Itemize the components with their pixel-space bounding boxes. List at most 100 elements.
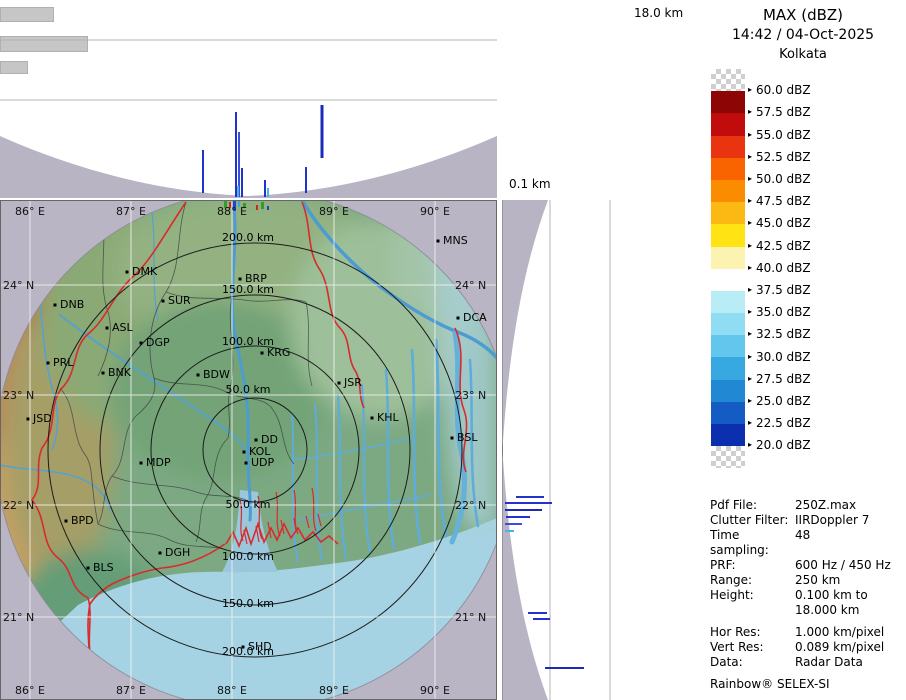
lat-label: 22° N [455,499,486,512]
lon-label: 89° E [319,684,349,697]
legend-swatch [711,179,745,203]
legend-tick-icon: ▸ [748,329,753,339]
legend-tick-icon: ▸ [748,440,753,450]
city-label: BDW [203,368,230,381]
top-panel-echoes [202,105,324,197]
lat-label: 21° N [3,611,34,624]
legend-label: ▸ 25.0 dBZ [748,394,811,408]
city-dot [53,303,57,307]
city-label: BRP [245,272,267,285]
legend-swatch-checker [711,446,745,469]
city-label: PRL [53,356,74,369]
city-dot [436,239,440,243]
legend-swatch [711,224,745,247]
lon-label: 87° E [116,205,146,218]
city-label: JSD [32,412,52,425]
lat-label: 21° N [455,611,486,624]
info-value: 600 Hz / 450 Hz [795,558,891,572]
height-axis-min-label: 0.1 km [509,177,551,191]
legend-tick-icon: ▸ [748,218,753,228]
info-label: Time sampling: [710,528,769,557]
legend-swatch [711,157,745,180]
city-dot [242,450,246,454]
city-label: BSL [457,431,478,444]
city-dot [158,551,162,555]
city-label: BLS [93,561,114,574]
map-canvas[interactable]: 200.0 km150.0 km100.0 km50.0 km50.0 km10… [0,200,497,700]
city-dot [450,436,454,440]
legend-swatch [711,268,745,291]
city-dot [139,341,143,345]
legend-tick-icon: ▸ [748,151,753,161]
info-label: Vert Res: [710,640,764,654]
lat-label: 23° N [3,389,34,402]
legend-tick-icon: ▸ [748,174,753,183]
info-row: Clutter Filter: IIRDoppler 7 [710,513,902,528]
legend-tick-icon: ▸ [748,129,753,139]
legend-tick-icon: ▸ [748,285,753,294]
lat-label: 23° N [455,389,486,402]
city-label: SHD [248,640,272,653]
product-title: MAX (dBZ) [762,6,844,24]
city-label: BPD [71,514,94,527]
lon-label: 88° E [217,684,247,697]
info-value: IIRDoppler 7 [795,513,870,527]
info-label: Hor Res: [710,625,761,639]
top-height-panel [0,39,497,198]
radar-echo [256,205,258,210]
info-row: Data: Radar Data [710,655,902,670]
range-ring-label: 50.0 km [225,498,270,511]
city-label: ASL [112,321,134,334]
city-label: MNS [443,234,468,247]
legend-label: ▸ 42.5 dBZ [748,238,811,253]
legend-label: ▸ 32.5 dBZ [748,327,811,342]
city-dot [105,326,109,330]
lon-label: 90° E [420,205,450,218]
info-row: Pdf File: 250Z.max [710,498,902,513]
info-row: Hor Res: 1.000 km/pixel [710,625,902,640]
legend-tick-icon: ▸ [748,262,753,272]
legend-swatch [711,202,745,225]
legend-label: ▸ 60.0 dBZ [748,83,811,98]
city-dot [64,519,68,523]
legend-label: ▸ 40.0 dBZ [748,260,811,275]
radar-echo [261,202,264,209]
legend-label: ▸ 57.5 dBZ [748,105,811,120]
legend-swatch [711,246,745,269]
city-dot [370,416,374,420]
city-dot [456,316,460,320]
product-info: Pdf File: 250Z.max Clutter Filter: IIRDoppl… [710,498,902,692]
range-ring-label: 50.0 km [225,383,270,396]
city-label: DMK [132,265,158,278]
timestamp: 14:42 / 04-Oct-2025 [731,27,875,43]
legend-swatch [711,113,745,136]
info-value: 1.000 km/pixel [795,625,885,639]
info-row: Range: 250 km [710,573,902,588]
city-dot [260,351,264,355]
city-label: DGH [165,546,190,559]
legend-tick-icon: ▸ [748,107,753,117]
legend-label: ▸ 37.5 dBZ [748,283,811,297]
legend-label: ▸ 55.0 dBZ [748,127,811,142]
right-height-panel [502,200,611,700]
info-row: Height: 0.100 km to [710,588,902,603]
software-brand: Rainbow® SELEX-SI [710,677,830,691]
info-label: Pdf File: [710,498,758,512]
height-axis-max-label: 18.0 km [634,6,684,20]
coverage-shadow [0,136,497,198]
legend-swatch [711,290,745,314]
legend-swatch [711,424,745,447]
info-label: Clutter Filter: [710,513,789,527]
info-value: 48 [795,528,811,542]
legend-swatch [711,135,745,158]
legend-tick-icon: ▸ [748,240,753,250]
coverage-shadow [502,200,548,448]
info-row: Time sampling: 48 [710,528,902,558]
city-dot [139,461,143,465]
city-dot [86,566,90,570]
legend-label: ▸ 22.5 dBZ [748,416,811,431]
city-label: KHL [377,411,399,424]
city-dot [26,417,30,421]
legend-label: ▸ 52.5 dBZ [748,149,811,164]
lat-label: 24° N [3,279,34,292]
